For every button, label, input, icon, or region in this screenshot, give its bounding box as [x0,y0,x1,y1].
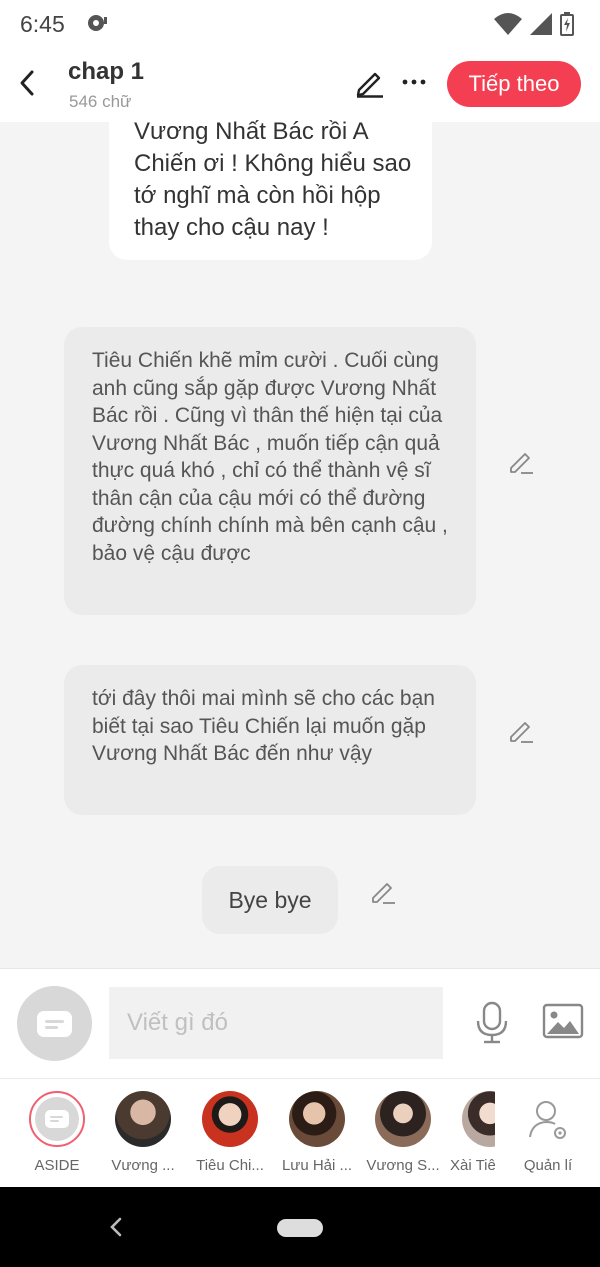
image-button[interactable] [542,1003,584,1039]
system-nav-bar [0,1187,600,1267]
user-settings-icon [529,1101,566,1139]
character-item[interactable]: Vương ... [103,1091,183,1174]
status-bar: 6:45 [0,0,600,48]
avatar [29,1091,85,1147]
page-title: chap 1 [68,58,145,85]
edit-button[interactable] [355,68,385,98]
notification-icon [86,13,108,38]
avatar [289,1091,345,1147]
status-time: 6:45 [20,11,65,37]
character-name: Vương ... [111,1157,175,1174]
avatar [202,1091,258,1147]
message-bubble-aside[interactable]: Tiêu Chiến khẽ mỉm cười . Cuối cùng anh … [64,327,476,615]
header: chap 1 546 chữ Tiếp theo [0,48,600,122]
edit-message-icon[interactable] [370,879,396,905]
character-name: Quản lí [523,1157,573,1174]
character-name: Xài Tiê [450,1157,495,1174]
compose-bar [0,968,600,1078]
message-text: Bye bye [228,887,312,913]
character-item[interactable]: Lưu Hải ... [277,1091,357,1174]
message-text: Tiêu Chiến khẽ mỉm cười . Cuối cùng anh … [92,349,448,565]
message-input[interactable] [109,987,443,1059]
message-text: Vương Nhất Bác rồi A Chiến ơi ! Không hi… [134,118,412,241]
avatar [520,1091,576,1147]
message-bubble-aside[interactable]: Bye bye [202,866,338,934]
aside-chat-icon [45,1110,69,1128]
character-item-aside[interactable]: ASIDE [17,1091,97,1174]
signal-icon [530,13,552,35]
microphone-icon [476,1001,508,1044]
next-chapter-button[interactable]: Tiếp theo [447,61,581,107]
nav-back-icon[interactable] [108,1215,124,1239]
status-icons [494,12,574,36]
voice-button[interactable] [474,1001,510,1045]
nav-home-button[interactable] [277,1219,323,1237]
avatar [375,1091,431,1147]
character-item[interactable]: Tiêu Chi... [190,1091,270,1174]
aside-toggle-button[interactable] [17,986,92,1061]
word-count: 546 chữ [69,92,132,111]
message-bubble-character[interactable]: Vương Nhất Bác rồi A Chiến ơi ! Không hi… [109,118,432,260]
image-icon [542,1003,584,1039]
avatar [115,1091,171,1147]
edit-message-icon[interactable] [508,449,534,475]
battery-icon [560,12,574,36]
manage-characters-button[interactable]: Quản lí [508,1091,588,1174]
aside-chat-icon [37,1011,72,1037]
edit-message-icon[interactable] [508,718,534,744]
wifi-icon [494,13,522,35]
message-bubble-aside[interactable]: tới đây thôi mai mình sẽ cho các bạn biế… [64,665,476,815]
back-button[interactable] [14,66,42,100]
character-item[interactable]: Xài Tiê [450,1091,495,1174]
more-icon [402,79,426,85]
character-name: Vương S... [366,1157,440,1174]
character-bar: ASIDE Vương ... Tiêu Chi... Lưu Hải ... … [0,1078,600,1187]
pencil-icon [356,72,383,98]
message-text: tới đây thôi mai mình sẽ cho các bạn biế… [92,687,435,765]
character-name: ASIDE [34,1157,80,1174]
avatar [462,1091,495,1147]
more-button[interactable] [400,72,428,92]
character-item[interactable]: Vương S... [363,1091,443,1174]
character-name: Lưu Hải ... [281,1157,353,1174]
arrow-left-icon [20,70,34,96]
character-name: Tiêu Chi... [196,1157,264,1174]
